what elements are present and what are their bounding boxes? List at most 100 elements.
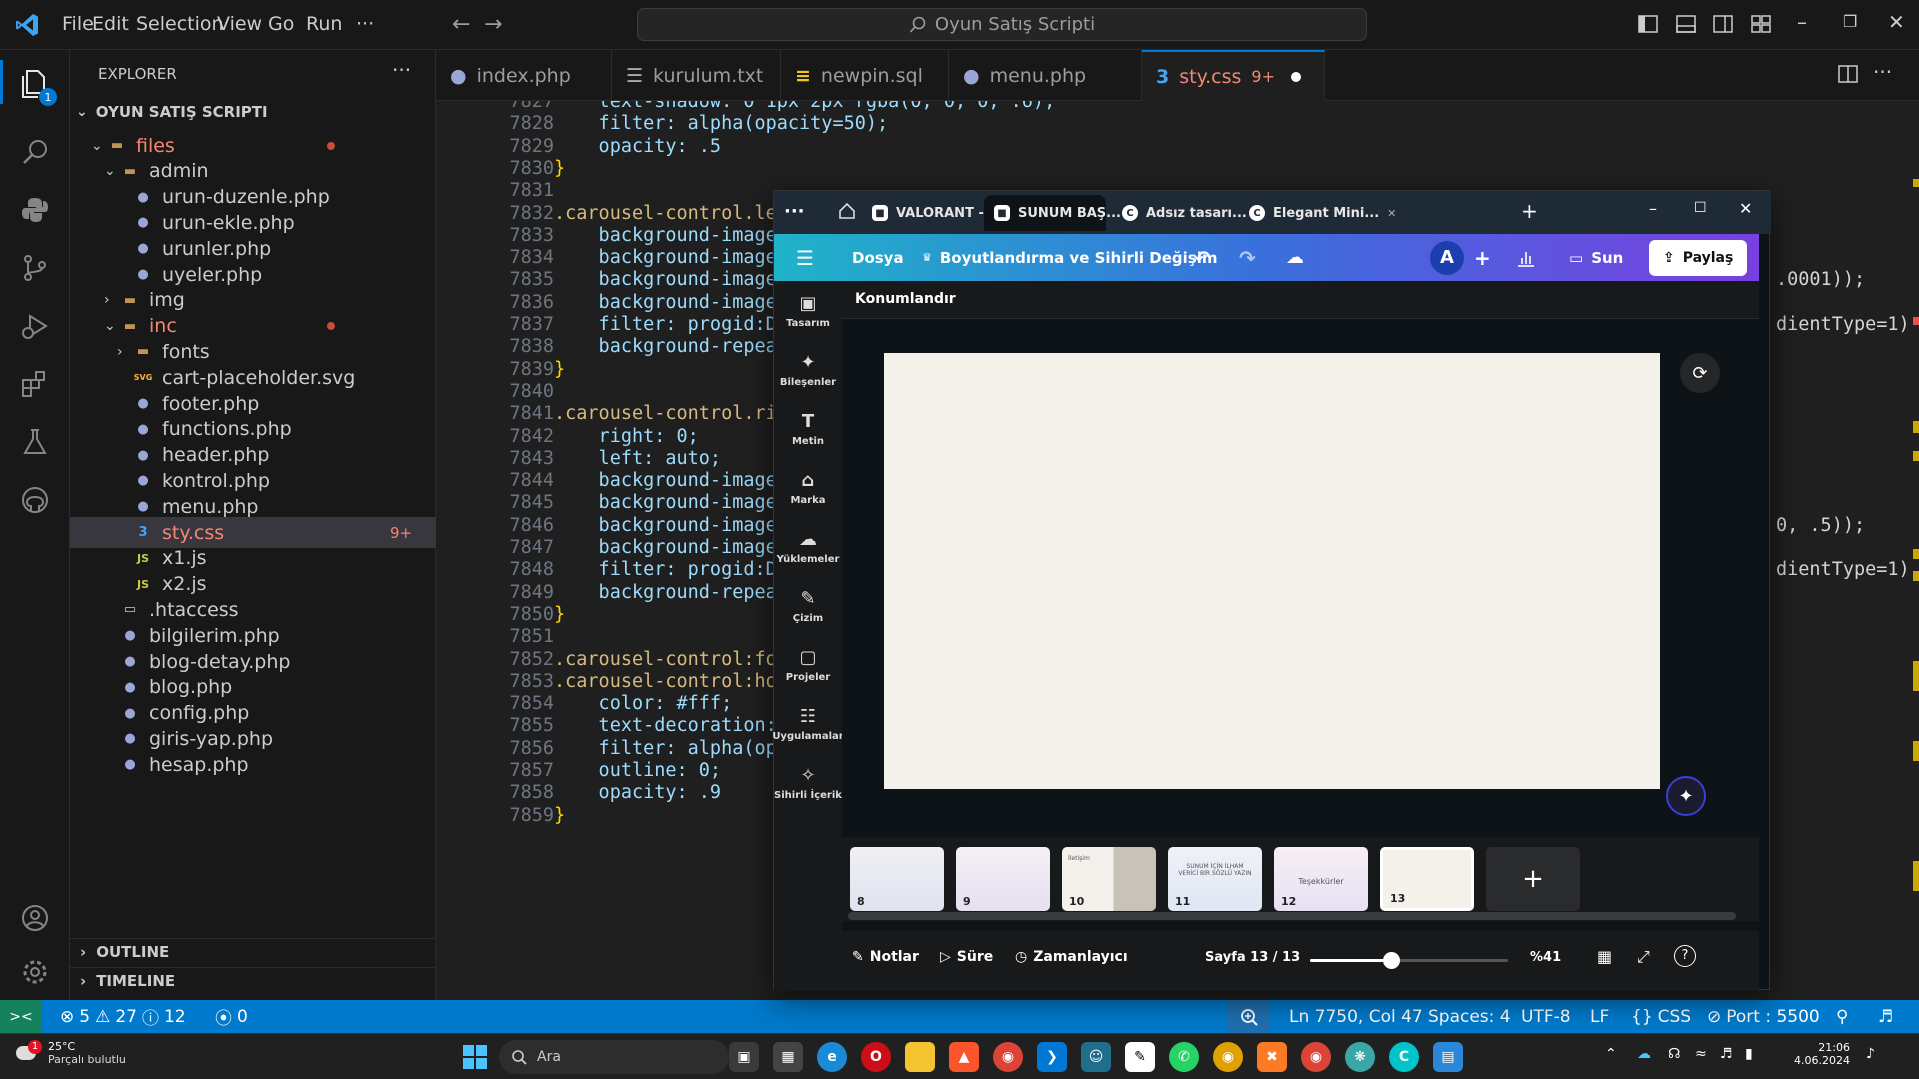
page-strip-scrollbar[interactable] (848, 912, 1736, 920)
canva-close-icon[interactable]: ✕ (1739, 199, 1752, 218)
language-mode[interactable]: {} CSS (1631, 1000, 1691, 1033)
app-icon[interactable]: ✎ (1125, 1042, 1155, 1072)
outline-section[interactable]: › OUTLINE (80, 943, 169, 961)
close-window-icon[interactable]: ✕ (1888, 10, 1905, 34)
toggle-sidebar-icon[interactable] (1638, 14, 1658, 34)
key-icon[interactable]: ⚲ (1836, 1000, 1848, 1033)
code-line[interactable]: } (554, 601, 565, 628)
canva-taskbar-icon[interactable]: C (1389, 1042, 1419, 1072)
onedrive-icon[interactable]: ☁ (1637, 1046, 1651, 1062)
editor-tab-kurulum-txt[interactable]: ☰ kurulum.txt (612, 50, 781, 101)
code-line-tail[interactable]: dientType=1); (1776, 556, 1919, 583)
workspace-root[interactable]: ⌄ OYUN SATIŞ SCRIPTI (76, 103, 268, 121)
grid-view-icon[interactable]: ▦ (1597, 947, 1612, 966)
close-tab-icon[interactable]: ✕ (1387, 207, 1396, 220)
brave-icon[interactable]: ▲ (949, 1042, 979, 1072)
menu-selection[interactable]: Selection (136, 13, 224, 35)
tray-chevron-icon[interactable]: ⌃ (1605, 1046, 1617, 1062)
side-item-projects[interactable]: ▢ Projeler (774, 647, 842, 683)
microphone-icon[interactable]: ☊ (1668, 1046, 1680, 1062)
magic-sparkle-icon[interactable]: ✦ (1666, 776, 1706, 816)
python-icon[interactable] (13, 188, 57, 232)
github-icon[interactable] (13, 478, 57, 522)
home-icon[interactable] (837, 201, 859, 223)
cloud-saved-icon[interactable]: ☁ (1286, 234, 1304, 281)
toggle-panel-icon[interactable] (1676, 14, 1696, 34)
color-picker-icon[interactable]: ❋ (1345, 1042, 1375, 1072)
line-ending[interactable]: LF (1590, 1000, 1609, 1033)
refresh-icon[interactable]: ⟳ (1680, 353, 1720, 393)
code-line[interactable]: background-repea (554, 333, 777, 360)
code-line-tail[interactable]: 0, .5)); (1776, 512, 1865, 539)
xampp-icon[interactable]: ✖ (1257, 1042, 1287, 1072)
page-thumbnail[interactable]: 9 (956, 847, 1050, 911)
help-icon[interactable]: ? (1674, 945, 1696, 967)
settings-gear-icon[interactable] (13, 950, 57, 994)
position-button[interactable]: Konumlandır (855, 291, 956, 307)
menu-run[interactable]: Run (306, 13, 342, 35)
ports-indicator[interactable]: ⦿ 0 (215, 1000, 248, 1033)
clock[interactable]: 21:06 4.06.2024 (1778, 1041, 1850, 1067)
minimize-icon[interactable]: – (1797, 10, 1807, 34)
code-line[interactable]: opacity: .9 (554, 779, 722, 806)
page-thumbnail[interactable]: SUNUM İÇİN İLHAM VERİCİ BİR SÖZLÜ YAZIN 1… (1168, 847, 1262, 911)
analytics-icon[interactable] (1516, 234, 1536, 281)
editor-tab-menu-php[interactable]: ● menu.php (949, 50, 1142, 101)
task-view-icon[interactable]: ▣ (729, 1042, 759, 1072)
new-tab-icon[interactable]: + (1521, 199, 1538, 223)
menu-file[interactable]: File (62, 13, 94, 35)
user-avatar[interactable]: A (1430, 234, 1464, 281)
taskbar-search[interactable]: Ara (499, 1040, 729, 1074)
add-collaborator-icon[interactable]: + (1474, 234, 1491, 281)
windows-start-icon[interactable] (462, 1044, 488, 1070)
editor-tab-sty-css[interactable]: 3 sty.css 9+ (1142, 50, 1325, 101)
menu-go[interactable]: Go (268, 13, 294, 35)
toggle-secondary-sidebar-icon[interactable] (1713, 14, 1733, 34)
zoom-percentage[interactable]: %41 (1530, 950, 1561, 965)
customize-layout-icon[interactable] (1751, 14, 1771, 34)
zoom-slider[interactable] (1310, 952, 1508, 969)
cursor-position[interactable]: Ln 7750, Col 47 (1289, 1000, 1423, 1033)
notes-button[interactable]: ✎ Notlar (852, 949, 919, 965)
chrome-icon[interactable]: ◉ (993, 1042, 1023, 1072)
command-center-search[interactable]: Oyun Satış Scripti (637, 8, 1367, 41)
run-debug-icon[interactable] (13, 304, 57, 348)
redo-icon[interactable]: ↷ (1239, 234, 1256, 281)
wifi-icon[interactable]: ≈ (1695, 1046, 1707, 1062)
canva-tab[interactable]: ■SUNUM BAŞ...✕ (984, 195, 1138, 231)
remote-indicator[interactable]: >< (0, 1000, 42, 1033)
explorer-more-button[interactable]: ··· (392, 58, 411, 82)
canva-tab[interactable]: ■VALORANT -...✕ (862, 195, 1016, 231)
code-line-tail[interactable]: dientType=1); (1776, 311, 1919, 338)
add-page-button[interactable]: + (1486, 847, 1580, 911)
tree-item-hesap-php[interactable]: ● hesap.php (70, 749, 436, 780)
side-item-elements[interactable]: ✦ Bileşenler (774, 352, 842, 388)
accounts-icon[interactable] (13, 896, 57, 940)
indentation[interactable]: Spaces: 4 (1428, 1000, 1511, 1033)
whatsapp-icon[interactable]: ✆ (1169, 1042, 1199, 1072)
code-line[interactable]: background-repea (554, 579, 777, 606)
page-thumbnail[interactable]: Teşekkürler 12 (1274, 847, 1368, 911)
code-line[interactable]: } (554, 802, 565, 829)
search-icon[interactable] (13, 130, 57, 174)
ms-store-icon[interactable]: ▦ (773, 1042, 803, 1072)
duration-button[interactable]: ▷ Süre (940, 949, 993, 965)
page-thumbnail[interactable]: İletişim 10 (1062, 847, 1156, 911)
editor-more-icon[interactable]: ··· (1873, 60, 1892, 84)
timer-button[interactable]: ◷ Zamanlayıcı (1015, 949, 1128, 965)
opera-icon[interactable]: O (861, 1042, 891, 1072)
timeline-section[interactable]: › TIMELINE (80, 972, 175, 990)
code-line[interactable]: opacity: .5 (554, 133, 722, 160)
side-item-text[interactable]: T Metin (774, 411, 842, 447)
file-menu[interactable]: Dosya (852, 234, 904, 281)
side-item-design[interactable]: ▣ Tasarım (774, 293, 842, 329)
notepad-icon[interactable]: ▤ (1433, 1042, 1463, 1072)
weather-widget[interactable]: 1 25°C Parçalı bulutlu (14, 1040, 126, 1066)
side-item-magic-content[interactable]: ✧ Sihirli İçerik (774, 765, 842, 801)
file-explorer-icon[interactable] (905, 1042, 935, 1072)
discord-icon[interactable]: ☺ (1081, 1042, 1111, 1072)
resize-magic-switch[interactable]: ♛ Boyutlandırma ve Sihirli Değişim (922, 234, 1217, 281)
side-item-uploads[interactable]: ☁ Yüklemeler (774, 529, 842, 565)
source-control-icon[interactable] (13, 246, 57, 290)
testing-icon[interactable] (13, 420, 57, 464)
